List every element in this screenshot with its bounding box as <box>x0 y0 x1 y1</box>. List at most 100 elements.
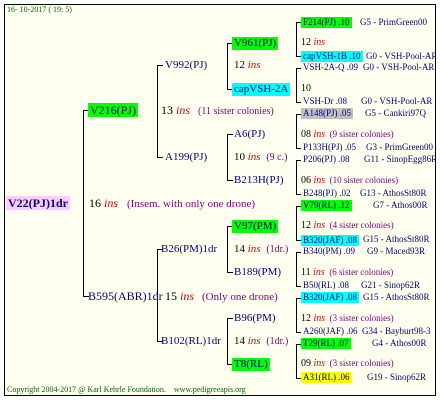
g1-queen[interactable]: V216(PJ) <box>88 103 139 117</box>
g2-queen[interactable]: A199(PJ) <box>165 152 207 163</box>
g4-origin: G9 - Maced93R <box>367 246 425 256</box>
g3-ins-info: 12 ins <box>301 38 325 48</box>
ins-count: 15 <box>165 289 177 303</box>
connector-line <box>296 22 297 56</box>
g3-ins-info: 08 ins (9 sister colonies) <box>301 130 394 140</box>
g3-ins-info: 09 ins (3 sister colonies) <box>301 359 394 369</box>
connector-line <box>296 102 301 103</box>
ins-label: ins <box>180 289 195 303</box>
footer-copyright: Copyright 2004-2017 @ Karl Kehrle Founda… <box>7 386 246 394</box>
g3-note: (6 sister colonies) <box>329 267 394 277</box>
g4-queen[interactable]: B320(JAF) .08 <box>301 292 360 303</box>
g3-queen[interactable]: T8(RL) <box>232 358 270 371</box>
g3-queen[interactable]: B213H(PJ) <box>234 175 284 186</box>
g3-note: (4 sister colonies) <box>329 220 394 230</box>
ins-count: 06 <box>301 175 311 186</box>
g2-note: (1dr.) <box>266 244 289 255</box>
g4-queen[interactable]: F214(PJ) .10 <box>301 17 352 28</box>
ins-count: 13 <box>161 103 173 117</box>
g3-queen[interactable]: V961(PJ) <box>232 37 279 50</box>
g3-queen[interactable]: V97(PM) <box>232 220 279 233</box>
g4-queen[interactable]: capVSH-1B .10 <box>301 51 363 62</box>
g3-ins-info: 10 <box>301 84 311 94</box>
connector-line <box>227 318 228 364</box>
g1-queen[interactable]: B595(ABR)1dr <box>88 290 163 302</box>
g4-queen[interactable]: P133H(PJ) .05 <box>303 143 356 152</box>
g4-origin: G0 - VSH-Pool-AR <box>366 51 436 61</box>
g4-queen[interactable]: A260(JAF) .06 <box>303 327 358 336</box>
g4-queen[interactable]: A148(PJ) .05 <box>301 108 354 119</box>
connector-line <box>296 68 297 102</box>
ins-count: 09 <box>301 358 311 369</box>
g3-ins-info: 12 ins (3 sister colonies) <box>301 314 394 324</box>
g1-ins-info: 13 ins (11 sister colonies) <box>161 104 274 117</box>
ins-count: 10 <box>301 83 311 94</box>
g4-queen[interactable]: B320(JAF) .08 <box>301 235 360 246</box>
connector-line <box>227 134 233 135</box>
ins-count: 16 <box>89 196 101 210</box>
connector-line <box>296 160 301 161</box>
g2-queen[interactable]: B26(PM)1dr <box>161 244 217 255</box>
connector-line <box>296 68 301 69</box>
site-link[interactable]: www.pedigreeapis.org <box>174 385 246 394</box>
connector-line <box>296 114 297 148</box>
g4-origin: G19 - Sinop62R <box>367 372 427 382</box>
connector-line <box>296 286 301 287</box>
connector-line <box>296 206 297 240</box>
pedigree-frame: 16- 10-2017 ( 19: 5) V22(PJ)1dr 16 ins (… <box>4 4 436 396</box>
g3-queen[interactable]: capVSH-2A <box>232 83 291 96</box>
g3-queen[interactable]: B189(PM) <box>234 267 281 278</box>
g4-origin: G7 - Athos00R <box>373 200 428 210</box>
g4-queen[interactable]: V79(RL) .12 <box>301 200 352 211</box>
g3-note: (10 sister colonies) <box>329 175 399 185</box>
connector-line <box>157 65 163 66</box>
g2-queen[interactable]: B102(RL)1dr <box>161 336 221 347</box>
connector-line <box>296 194 301 195</box>
g4-queen[interactable]: P206(PJ) .08 <box>303 155 350 164</box>
g4-origin: G34 - Bayburt98-3 <box>362 326 431 336</box>
g2-queen[interactable]: V992(PJ) <box>165 60 207 71</box>
g4-origin: G5 - PrimGreen00 <box>360 17 427 27</box>
connector-line <box>296 344 297 378</box>
connector-line <box>227 43 228 89</box>
connector-line <box>227 226 228 272</box>
g4-queen[interactable]: B248(PJ) .02 <box>303 189 351 198</box>
ins-label: ins <box>176 103 191 117</box>
ins-count: 12 <box>301 37 311 48</box>
g3-note: (3 sister colonies) <box>329 313 394 323</box>
g4-queen[interactable]: T29(RL) .07 <box>301 338 351 349</box>
g4-queen[interactable]: A31(RL) .06 <box>301 372 352 383</box>
g4-origin: G5 - Cankiri97Q <box>365 108 426 118</box>
g3-note: (9 sister colonies) <box>329 129 394 139</box>
root-ins-info: 16 ins (Insem. with only one drone) <box>89 197 255 210</box>
g4-origin: G15 - AthosSt80R <box>363 234 430 244</box>
g3-queen[interactable]: A6(PJ) <box>234 129 265 140</box>
ins-label: ins <box>313 267 325 278</box>
g3-ins-info: 11 ins (6 sister colonies) <box>301 268 393 278</box>
g3-ins-info: 12 ins (4 sister colonies) <box>301 221 394 231</box>
ins-label: ins <box>313 129 326 140</box>
g1-note: (Only one drone) <box>202 291 278 303</box>
connector-line <box>296 160 297 194</box>
ins-label: ins <box>247 59 261 71</box>
g4-queen[interactable]: VSH-2A-Q .09 <box>303 63 358 72</box>
ins-count: 08 <box>301 129 311 140</box>
ins-label: ins <box>247 151 261 163</box>
g3-queen[interactable]: B96(PM) <box>234 313 276 324</box>
connector-line <box>296 298 297 332</box>
root-queen[interactable]: V22(PJ)1dr <box>6 196 70 210</box>
ins-label: ins <box>313 358 326 369</box>
g4-origin: G13 - AthosSt80R <box>360 188 427 198</box>
g4-origin: G0 - VSH-Pool-AR <box>363 62 435 72</box>
ins-count: 14 <box>234 243 245 255</box>
connector-line <box>227 180 233 181</box>
g4-origin: G4 - Athos00R <box>372 338 427 348</box>
g2-note: (1dr.) <box>266 336 289 347</box>
ins-label: ins <box>313 37 326 48</box>
g4-queen[interactable]: VSH-Dr .08 <box>303 97 347 106</box>
ins-label: ins <box>313 313 326 324</box>
g4-queen[interactable]: B50(RL) .08 <box>303 281 349 290</box>
g4-queen[interactable]: B340(PM) .09 <box>303 247 355 256</box>
g1-ins-info: 15 ins (Only one drone) <box>165 290 278 303</box>
ins-label: ins <box>104 196 119 210</box>
